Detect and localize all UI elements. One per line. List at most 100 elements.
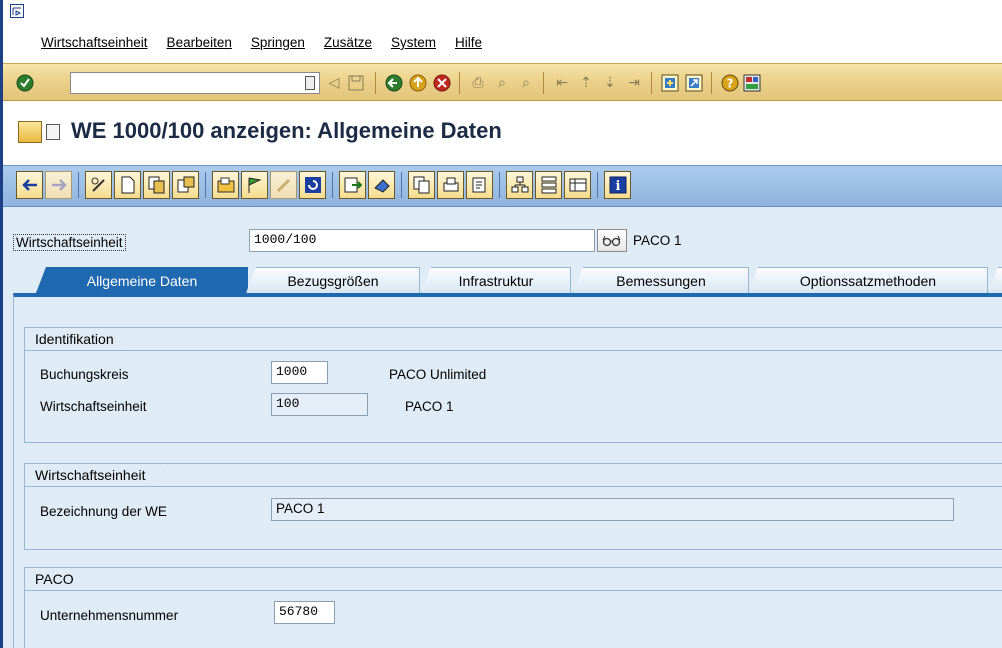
unternehmensnummer-label: Unternehmensnummer: [40, 608, 179, 623]
documents-button[interactable]: [408, 171, 435, 199]
flag-button[interactable]: [241, 171, 268, 199]
print-preview-button[interactable]: [437, 171, 464, 199]
flag-icon: [248, 177, 262, 193]
system-menu-icon[interactable]: [10, 4, 24, 18]
structure-icon: [541, 176, 556, 194]
print-icon[interactable]: ⎙: [469, 74, 487, 92]
refresh-icon: [304, 177, 321, 193]
refresh-button[interactable]: [299, 171, 326, 199]
shortcut-icon[interactable]: [685, 74, 703, 92]
glasses-icon: [602, 235, 621, 246]
document-icon[interactable]: [46, 124, 60, 140]
pencil-glasses-icon: [91, 177, 105, 192]
bezeichnung-field[interactable]: PACO 1: [271, 498, 954, 521]
menu-bearbeiten[interactable]: Bearbeiten: [167, 35, 232, 50]
toolbar-separator: [205, 172, 206, 198]
save-icon[interactable]: [347, 74, 365, 92]
wirtschaftseinheit-text: PACO 1: [405, 399, 454, 414]
tab-strip: Allgemeine Daten Bezugsgrößen Infrastruk…: [3, 265, 1002, 293]
arrow-left-icon: [21, 179, 37, 191]
page-title: WE 1000/100 anzeigen: Allgemeine Daten: [71, 118, 502, 143]
menu-system[interactable]: System: [391, 35, 436, 50]
menu-bar: Wirtschaftseinheit Bearbeiten Springen Z…: [3, 0, 1002, 63]
edit-disabled-button[interactable]: [270, 171, 297, 199]
prev-page-icon[interactable]: ⇡: [577, 74, 595, 92]
toolbar-separator: [543, 72, 544, 94]
copy-from-icon: [177, 176, 194, 193]
next-page-icon[interactable]: ⇣: [601, 74, 619, 92]
buchungskreis-label: Buchungskreis: [40, 367, 129, 382]
bezeichnung-label: Bezeichnung der WE: [40, 504, 167, 519]
tab-infrastruktur[interactable]: Infrastruktur: [421, 267, 571, 293]
group-identifikation: Identifikation Buchungskreis 1000 PACO U…: [24, 327, 1002, 443]
copy-icon: [148, 176, 164, 194]
find-icon[interactable]: ⌕: [493, 74, 511, 92]
info-icon: i: [609, 176, 626, 194]
display-change-button[interactable]: [85, 171, 112, 199]
application-toolbar: i: [3, 165, 1002, 207]
next-object-button[interactable]: [45, 171, 72, 199]
toolbar-separator: [499, 172, 500, 198]
list-icon: [569, 178, 586, 192]
enter-icon[interactable]: [16, 74, 34, 92]
help-icon[interactable]: ?: [721, 74, 739, 92]
export-button[interactable]: [339, 171, 366, 199]
tab-panel: Identifikation Buchungskreis 1000 PACO U…: [13, 293, 1002, 648]
group-title: PACO: [24, 567, 97, 591]
toolbar-separator: [332, 172, 333, 198]
svg-text:i: i: [615, 179, 620, 194]
tab-more[interactable]: [988, 267, 1002, 293]
toolbar-separator: [711, 72, 712, 94]
menu-wirtschaftseinheit[interactable]: Wirtschaftseinheit: [41, 35, 148, 50]
tab-optionssatzmethoden[interactable]: Optionssatzmethoden: [748, 267, 988, 293]
toolbar-separator: [78, 172, 79, 198]
cancel-icon[interactable]: [433, 74, 451, 92]
we-header-field[interactable]: 1000/100: [249, 229, 595, 252]
object-link-button[interactable]: [597, 229, 627, 252]
hierarchy-button[interactable]: [506, 171, 533, 199]
content-area: Wirtschaftseinheit 1000/100 PACO 1 Allge…: [3, 207, 1002, 648]
group-title: Wirtschaftseinheit: [24, 463, 168, 487]
last-page-icon[interactable]: ⇥: [625, 74, 643, 92]
copy-button[interactable]: [143, 171, 170, 199]
create-button[interactable]: [114, 171, 141, 199]
new-document-icon: [121, 176, 134, 194]
toolbar-separator: [597, 172, 598, 198]
info-button[interactable]: i: [604, 171, 631, 199]
tab-bemessungen[interactable]: Bemessungen: [573, 267, 749, 293]
first-page-icon[interactable]: ⇤: [553, 74, 571, 92]
menu-hilfe[interactable]: Hilfe: [455, 35, 482, 50]
tab-allgemeine-daten[interactable]: Allgemeine Daten: [36, 267, 248, 293]
other-object-icon[interactable]: [18, 121, 42, 143]
buchungskreis-field[interactable]: 1000: [271, 361, 328, 384]
menu-zusaetze[interactable]: Zusätze: [324, 35, 372, 50]
tab-bezugsgroessen[interactable]: Bezugsgrößen: [246, 267, 420, 293]
title-bar: WE 1000/100 anzeigen: Allgemeine Daten: [3, 101, 1002, 165]
collapse-icon[interactable]: ◁: [325, 74, 343, 92]
wirtschaftseinheit-field[interactable]: 100: [271, 393, 368, 416]
layout-icon[interactable]: [743, 74, 761, 92]
standard-toolbar: ◁ ⎙ ⌕ ⌕ ⇤ ⇡ ⇣ ⇥ ?: [3, 63, 1002, 101]
buchungskreis-text: PACO Unlimited: [389, 367, 487, 382]
command-dropdown-icon[interactable]: [305, 76, 315, 90]
toolbar-separator: [459, 72, 460, 94]
menu-springen[interactable]: Springen: [251, 35, 305, 50]
exit-icon[interactable]: [409, 74, 427, 92]
object-folder-button[interactable]: [212, 171, 239, 199]
list-button[interactable]: [564, 171, 591, 199]
find-next-icon[interactable]: ⌕: [517, 74, 535, 92]
new-session-icon[interactable]: [661, 74, 679, 92]
notes-button[interactable]: [466, 171, 493, 199]
back-icon[interactable]: [385, 74, 403, 92]
eraser-button[interactable]: [368, 171, 395, 199]
structure-button[interactable]: [535, 171, 562, 199]
unternehmensnummer-field[interactable]: 56780: [274, 601, 335, 624]
we-header-label: Wirtschaftseinheit: [13, 234, 126, 251]
command-field[interactable]: [70, 72, 320, 94]
arrow-right-icon: [51, 179, 67, 191]
wirtschaftseinheit-label: Wirtschaftseinheit: [40, 399, 147, 414]
copy-from-button[interactable]: [172, 171, 199, 199]
previous-object-button[interactable]: [16, 171, 43, 199]
group-title: Identifikation: [24, 327, 137, 351]
documents-icon: [413, 176, 429, 194]
